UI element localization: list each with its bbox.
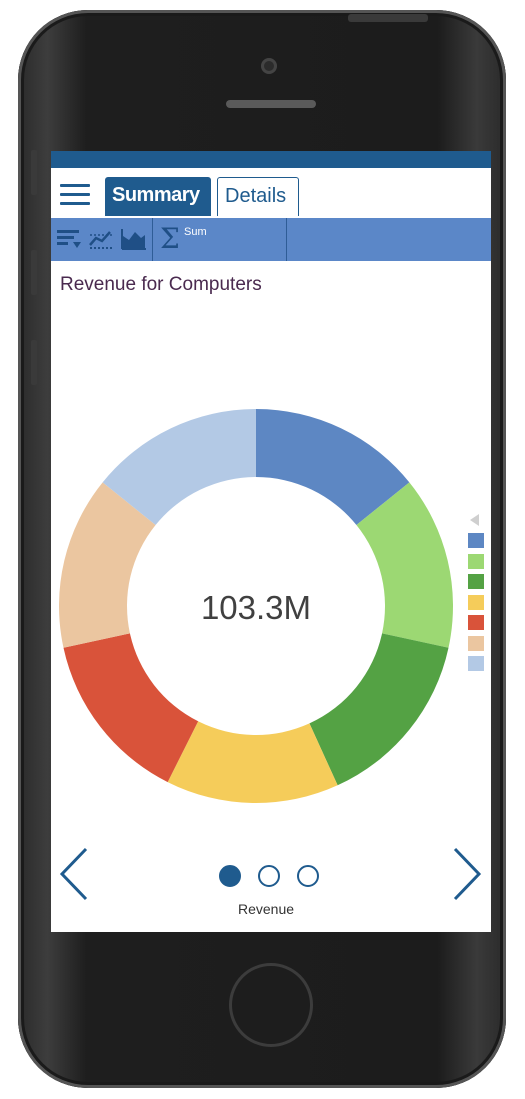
donut-center-value: 103.3M	[200, 589, 312, 626]
toolbar-divider	[286, 218, 287, 261]
legend-swatch[interactable]	[468, 533, 484, 548]
legend-swatch[interactable]	[468, 594, 484, 610]
sort-icon[interactable]	[56, 226, 82, 252]
page-dot[interactable]	[258, 865, 280, 887]
status-bar	[51, 151, 491, 168]
page-label: Revenue	[237, 901, 295, 917]
legend-swatch[interactable]	[468, 615, 484, 630]
chart-toolbar: Σ Sum	[51, 218, 491, 261]
legend-scroll-arrow-icon[interactable]	[470, 514, 479, 526]
donut-slice[interactable]	[63, 633, 199, 783]
front-camera	[261, 58, 277, 74]
tab-details[interactable]: Details	[217, 177, 299, 216]
aggregation-label[interactable]: Sum	[184, 226, 207, 238]
chevron-right-icon[interactable]	[451, 846, 485, 902]
volume-down-button	[31, 340, 37, 385]
sigma-icon[interactable]: Σ	[160, 222, 180, 256]
mute-switch	[31, 150, 37, 195]
home-button[interactable]	[229, 963, 313, 1047]
donut-slice[interactable]	[167, 721, 338, 803]
legend-swatch[interactable]	[468, 574, 484, 589]
earpiece-speaker	[226, 100, 316, 108]
tab-bar: Summary Details	[51, 168, 491, 219]
app-screen: Summary Details Σ Sum Revenue for Comput…	[51, 151, 491, 932]
page-dot[interactable]	[219, 865, 241, 887]
power-button	[348, 14, 428, 22]
legend-swatch[interactable]	[468, 656, 484, 671]
page-dot[interactable]	[297, 865, 319, 887]
donut-slice[interactable]	[309, 633, 449, 786]
toolbar-divider	[152, 218, 153, 261]
volume-up-button	[31, 250, 37, 295]
chevron-left-icon[interactable]	[56, 846, 90, 902]
chart-title: Revenue for Computers	[60, 274, 262, 295]
line-chart-icon[interactable]	[88, 226, 114, 252]
legend-swatch[interactable]	[468, 553, 484, 569]
hamburger-menu-icon[interactable]	[60, 184, 90, 206]
tab-summary[interactable]: Summary	[105, 177, 211, 216]
area-chart-icon[interactable]	[121, 226, 147, 252]
legend-swatch[interactable]	[468, 635, 484, 651]
